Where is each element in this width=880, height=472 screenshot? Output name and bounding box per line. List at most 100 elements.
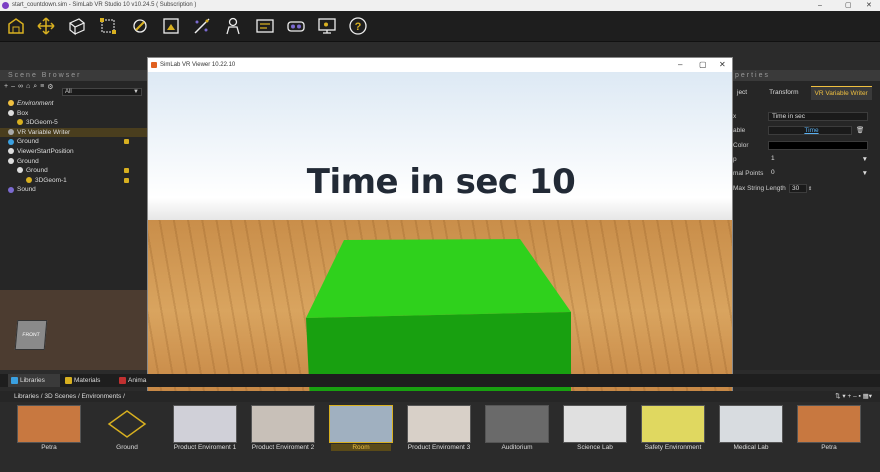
tree-node[interactable]: 3DGeom-1 — [0, 176, 147, 186]
properties-tabs: ject Transform VR Variable Writer — [733, 86, 880, 100]
explode-icon[interactable] — [129, 15, 151, 37]
variable-link[interactable]: Time — [768, 126, 852, 135]
close-button[interactable]: ✕ — [866, 0, 872, 11]
settings-icon[interactable]: ⚙ — [47, 83, 53, 91]
prop-label: mal Points — [733, 170, 764, 177]
filter-icon[interactable]: ≡ — [40, 83, 44, 90]
bounding-box-icon[interactable] — [97, 15, 119, 37]
tree-node[interactable]: Ground — [0, 166, 147, 176]
green-box — [306, 239, 571, 400]
move-icon[interactable] — [35, 15, 57, 37]
prop-row-maxlen: Max String Length 30 ⇕ — [733, 184, 880, 194]
viewer-minimize-button[interactable]: – — [678, 58, 682, 72]
library-item-label[interactable]: Product Enviroment 1 — [165, 444, 245, 451]
material-icon[interactable] — [66, 15, 88, 37]
animation-icon[interactable] — [191, 15, 213, 37]
library-item-label[interactable]: Ground — [87, 444, 167, 451]
library-item-label[interactable]: Petra — [789, 444, 869, 451]
vr-headset-icon[interactable] — [285, 15, 307, 37]
scene-browser-header: Scene Browser — [0, 70, 147, 81]
tree-node-label: Environment — [17, 100, 54, 107]
spinner-icon[interactable]: ⇕ — [808, 184, 812, 194]
tab-label: Libraries — [20, 377, 45, 384]
minimize-button[interactable]: – — [818, 0, 822, 11]
lock-icon[interactable] — [124, 139, 129, 145]
tree-node[interactable]: 3DGeom-5 — [0, 118, 147, 128]
ground-plane-icon — [107, 410, 147, 438]
trash-icon[interactable]: 🗑 — [856, 126, 864, 136]
texture-icon[interactable] — [160, 15, 182, 37]
help-icon[interactable]: ? — [347, 15, 369, 37]
breadcrumb-text[interactable]: Libraries / 3D Scenes / Environments / — [14, 393, 125, 400]
tree-node[interactable]: Ground — [0, 157, 147, 167]
library-item-label[interactable]: Room — [331, 444, 391, 451]
view-cube[interactable]: FRONT — [14, 320, 48, 350]
presentation-icon[interactable] — [316, 15, 338, 37]
library-thumbnail[interactable] — [95, 405, 159, 443]
max-length-input[interactable]: 30 — [789, 184, 807, 193]
tree-node[interactable]: Environment — [0, 99, 147, 109]
prop-label: p — [733, 156, 737, 163]
library-grid: Petra Ground Product Enviroment 1 Product E… — [0, 402, 880, 472]
tab-materials[interactable]: Materials — [62, 374, 114, 387]
library-thumbnail[interactable] — [719, 405, 783, 443]
library-item-label[interactable]: Auditorium — [477, 444, 557, 451]
library-thumbnail[interactable] — [485, 405, 549, 443]
tree-node-label: Ground — [17, 138, 39, 146]
library-thumbnail[interactable] — [563, 405, 627, 443]
tab-transform[interactable]: Transform — [765, 86, 802, 100]
remove-icon[interactable]: – — [11, 83, 15, 90]
prop-label: x — [733, 113, 737, 120]
library-thumbnail[interactable] — [17, 405, 81, 443]
tree-node[interactable]: Box — [0, 109, 147, 119]
lock-icon[interactable] — [124, 177, 129, 183]
library-thumbnail[interactable] — [329, 405, 393, 443]
scene-filter-select[interactable]: All ▼ — [62, 88, 142, 96]
avatar-icon[interactable] — [222, 15, 244, 37]
node-icon — [8, 138, 14, 145]
add-icon[interactable]: + — [4, 83, 8, 90]
library-thumbnail[interactable] — [173, 405, 237, 443]
prop-label: Max String Length — [733, 185, 786, 192]
library-item-label[interactable]: Product Enviroment 3 — [399, 444, 479, 451]
environment-icon[interactable] — [5, 15, 27, 37]
form-icon[interactable] — [254, 15, 276, 37]
library-item-label[interactable]: Science Lab — [555, 444, 635, 451]
viewer-title-bar: SimLab VR Viewer 10.22.10 – ▢ ✕ — [148, 58, 732, 72]
tree-node[interactable]: ViewerStartPosition — [0, 147, 147, 157]
maximize-button[interactable]: ▢ — [845, 0, 852, 11]
prop-row-decimal: mal Points 0 ▼ — [733, 169, 880, 179]
tree-node[interactable]: Ground — [0, 137, 147, 147]
search-icon[interactable]: ⌕ — [33, 83, 37, 91]
color-swatch[interactable] — [768, 141, 868, 150]
tree-node[interactable]: VR Variable Writer — [0, 127, 147, 138]
tree-node-label: Ground — [26, 167, 48, 175]
viewer-maximize-button[interactable]: ▢ — [699, 58, 707, 72]
node-icon — [17, 167, 23, 174]
materials-icon — [65, 377, 72, 384]
library-item-label[interactable]: Safety Environment — [633, 444, 713, 451]
library-item-label[interactable]: Product Enviroment 2 — [243, 444, 323, 451]
library-thumbnail[interactable] — [797, 405, 861, 443]
text-field[interactable]: Time in sec — [768, 112, 868, 121]
tab-object[interactable]: ject — [733, 86, 751, 100]
lock-icon[interactable] — [124, 168, 129, 174]
link-icon[interactable]: ∞ — [18, 83, 23, 90]
library-item-label[interactable]: Medical Lab — [711, 444, 791, 451]
tab-vr-variable-writer[interactable]: VR Variable Writer — [810, 86, 872, 100]
library-thumbnail[interactable] — [641, 405, 705, 443]
viewer-close-button[interactable]: ✕ — [719, 58, 726, 72]
library-view-options-icon[interactable]: ⇅ ▾ + – ▪ ▦▾ — [835, 391, 872, 402]
tree-node[interactable]: Sound — [0, 185, 147, 195]
library-thumbnail[interactable] — [251, 405, 315, 443]
step-select[interactable]: 1 — [768, 155, 868, 164]
svg-text:?: ? — [355, 21, 362, 33]
app-title: start_countdown.sim - SimLab VR Studio 1… — [12, 2, 197, 8]
tab-libraries[interactable]: Libraries — [8, 374, 60, 387]
tab-animations[interactable]: Anima — [116, 374, 148, 387]
library-thumbnail[interactable] — [407, 405, 471, 443]
decimal-points-select[interactable]: 0 — [768, 169, 868, 178]
library-item-label[interactable]: Petra — [9, 444, 89, 451]
vr-scene[interactable]: Time in sec 10 — [148, 72, 732, 400]
tag-icon[interactable]: ⌂ — [26, 83, 30, 90]
